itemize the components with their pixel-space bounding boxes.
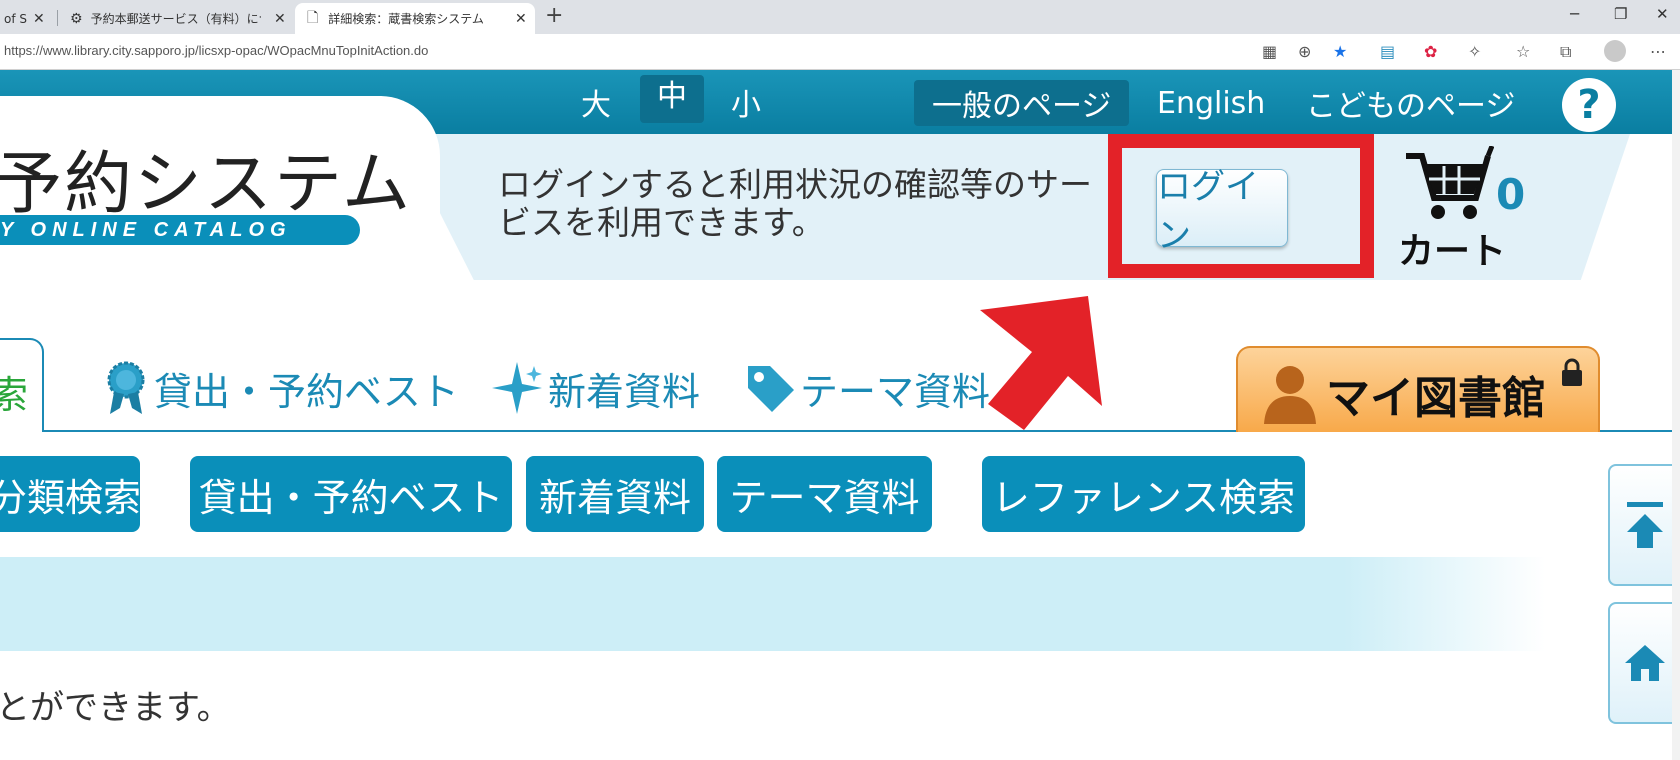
lock-icon <box>1562 358 1582 386</box>
browser-tab[interactable]: ⚙ 予約本郵送サービス（有料）につい ✕ <box>64 3 289 34</box>
theme-materials-button[interactable]: テーマ資料 <box>717 456 932 532</box>
tab-lending-best[interactable]: 貸出・予約ベスト <box>102 360 459 416</box>
kids-page-link[interactable]: こどものページ <box>1306 80 1515 126</box>
scroll-top-button[interactable] <box>1608 464 1680 586</box>
extension-icon[interactable]: ▤ <box>1380 42 1395 61</box>
collections-icon[interactable]: ⧉ <box>1560 42 1571 62</box>
zoom-icon[interactable]: ⊕ <box>1298 42 1311 61</box>
content-banner <box>0 557 1680 651</box>
classification-search-button[interactable]: 分類検索 <box>0 456 140 532</box>
my-library-label: マイ図書館 <box>1326 373 1546 424</box>
restore-icon[interactable]: ❐ <box>1614 5 1627 23</box>
body-text: とができます。 <box>0 688 231 728</box>
cart-icon[interactable] <box>1404 146 1494 226</box>
site-logo-subtitle: Y ONLINE CATALOG <box>0 215 360 245</box>
red-arrow-annotation <box>980 296 1102 430</box>
favorites-list-icon[interactable]: ☆ <box>1516 42 1530 61</box>
page-scrollbar[interactable] <box>1672 70 1680 760</box>
tag-icon <box>748 366 794 412</box>
app-grid-icon[interactable]: ▦ <box>1262 42 1277 61</box>
lending-best-button[interactable]: 貸出・予約ベスト <box>190 456 512 532</box>
tab-separator <box>57 10 58 26</box>
home-icon <box>1625 645 1665 681</box>
close-window-icon[interactable]: ✕ <box>1656 5 1669 23</box>
extensions-puzzle-icon[interactable]: ✧ <box>1468 42 1481 61</box>
browser-tab[interactable]: of S ✕ <box>0 3 52 34</box>
profile-avatar-icon[interactable] <box>1604 40 1626 62</box>
close-icon[interactable]: ✕ <box>33 11 45 27</box>
gear-icon: ⚙ <box>70 10 83 27</box>
font-size-medium[interactable]: 中 <box>640 75 704 123</box>
page: of S ✕ ⚙ 予約本郵送サービス（有料）につい ✕ 🗋 詳細検索：蔵書検索シ… <box>0 0 1680 760</box>
login-message: ログインすると利用状況の確認等のサービスを利用できます。 <box>498 165 1092 242</box>
url-field[interactable]: https://www.library.city.sapporo.jp/lics… <box>4 43 428 58</box>
close-icon[interactable]: ✕ <box>515 11 527 27</box>
minimize-icon[interactable]: ─ <box>1570 5 1579 23</box>
english-link[interactable]: English <box>1157 80 1265 126</box>
font-size-large[interactable]: 大 <box>576 80 616 124</box>
browser-tab-bar: of S ✕ ⚙ 予約本郵送サービス（有料）につい ✕ 🗋 詳細検索：蔵書検索シ… <box>0 0 1680 34</box>
browser-tab-active[interactable]: 🗋 詳細検索：蔵書検索システム ✕ <box>295 3 535 34</box>
cart-count: 0 <box>1496 170 1526 219</box>
cart-label[interactable]: カート <box>1398 222 1506 274</box>
general-page-link[interactable]: 一般のページ <box>914 80 1130 126</box>
tab-theme-materials[interactable]: テーマ資料 <box>744 360 990 416</box>
help-icon[interactable]: ? <box>1562 78 1616 132</box>
tab-new-arrivals[interactable]: 新着資料 <box>490 360 700 416</box>
login-button[interactable]: ログイン <box>1156 167 1288 256</box>
reference-search-button[interactable]: レファレンス検索 <box>982 456 1305 532</box>
favorite-star-icon[interactable]: ★ <box>1333 42 1347 61</box>
address-bar: https://www.library.city.sapporo.jp/lics… <box>0 34 1680 70</box>
site-logo-title: 予約システム <box>0 145 412 224</box>
tab-search-label: 索 <box>0 373 29 417</box>
more-menu-icon[interactable]: ⋯ <box>1650 42 1666 61</box>
document-icon: 🗋 <box>307 9 319 26</box>
person-icon <box>1264 366 1316 424</box>
new-arrivals-button[interactable]: 新着資料 <box>526 456 704 532</box>
font-size-small[interactable]: 小 <box>726 80 766 124</box>
extension-color-icon[interactable]: ✿ <box>1424 42 1437 61</box>
arrow-up-to-top-icon <box>1627 502 1663 548</box>
sparkle-icon <box>492 362 542 414</box>
new-tab-icon[interactable]: + <box>545 3 563 28</box>
award-ribbon-icon <box>107 361 145 414</box>
close-icon[interactable]: ✕ <box>274 11 286 27</box>
home-button[interactable] <box>1608 602 1680 724</box>
